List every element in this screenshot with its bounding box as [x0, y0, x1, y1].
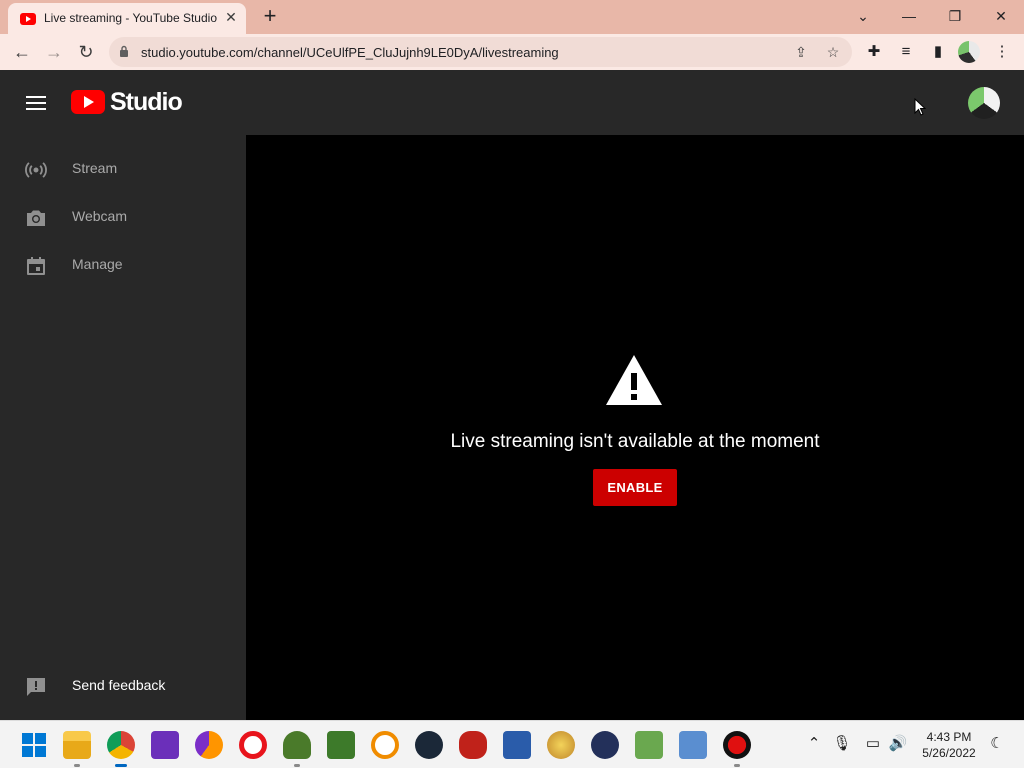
windows-start-icon[interactable] [20, 731, 48, 759]
extensions-icon[interactable]: ✚ [862, 40, 886, 64]
opera-icon[interactable] [239, 731, 267, 759]
mouse-cursor-icon [914, 98, 926, 116]
tab-title: Live streaming - YouTube Studio [44, 11, 217, 25]
file-explorer-icon[interactable] [63, 731, 91, 767]
sidebar-item-stream[interactable]: Stream [0, 146, 246, 194]
share-icon[interactable]: ⇪ [791, 42, 811, 62]
sidebar: Stream Webcam Manage Send feedback [0, 135, 246, 720]
show-hidden-icons-chevron-icon[interactable]: ⌃ [803, 733, 825, 755]
firefox-icon[interactable] [195, 731, 223, 759]
steam-icon[interactable] [415, 731, 443, 759]
network-app-icon[interactable] [503, 731, 531, 759]
profile-avatar-icon[interactable] [958, 41, 980, 63]
tree-app-icon[interactable] [283, 731, 311, 767]
sidebar-item-manage[interactable]: Manage [0, 242, 246, 290]
address-bar[interactable]: studio.youtube.com/channel/UCeUlfPE_CluJ… [109, 37, 852, 67]
send-feedback-item[interactable]: Send feedback [0, 663, 246, 711]
studio-logo-text[interactable]: Studio [110, 88, 183, 117]
studio-header: Studio [0, 70, 1024, 135]
camera-icon [27, 210, 45, 226]
search-app-icon[interactable] [371, 731, 399, 759]
chrome-icon[interactable] [107, 731, 135, 767]
clock-date: 5/26/2022 [922, 746, 976, 760]
account-avatar[interactable] [968, 87, 1000, 119]
close-window-button[interactable]: ✕ [978, 0, 1024, 32]
volume-icon[interactable]: 🔊 [887, 733, 909, 755]
record-app-icon[interactable] [723, 731, 751, 767]
sidebar-item-label: Manage [72, 256, 123, 272]
sidebar-item-label: Webcam [72, 208, 127, 224]
enable-button[interactable]: ENABLE [593, 469, 677, 506]
side-panel-icon[interactable]: ▮ [926, 40, 950, 64]
url-text: studio.youtube.com/channel/UCeUlfPE_CluJ… [141, 45, 559, 60]
calendar-icon [27, 257, 45, 275]
network-icon[interactable]: ▭ [862, 733, 884, 755]
reload-button[interactable]: ↻ [72, 38, 100, 66]
tab-search-icon[interactable]: ⌄ [840, 0, 886, 32]
microphone-icon[interactable]: 🎙 [831, 733, 853, 755]
tab-close-icon[interactable]: ✕ [222, 8, 240, 26]
browser-tab-strip: Live streaming - YouTube Studio ✕ + ⌄ — … [0, 0, 1024, 34]
green-app-icon[interactable] [327, 731, 355, 759]
badge-app-icon[interactable] [591, 731, 619, 759]
sidebar-item-webcam[interactable]: Webcam [0, 194, 246, 242]
feedback-icon [27, 678, 45, 696]
app-n-icon[interactable] [151, 731, 179, 759]
send-feedback-label: Send feedback [72, 677, 166, 693]
broadcast-icon [25, 162, 47, 178]
notes-app-icon[interactable] [635, 731, 663, 759]
youtube-favicon-icon [20, 13, 36, 25]
document-app-icon[interactable] [679, 731, 707, 759]
minimize-button[interactable]: — [886, 0, 932, 32]
clock-time: 4:43 PM [926, 730, 972, 744]
back-button[interactable]: ← [8, 38, 36, 66]
unavailable-message: Live streaming isn't available at the mo… [450, 431, 820, 452]
taskbar-clock[interactable]: 4:43 PM 5/26/2022 [918, 729, 980, 761]
browser-tab[interactable]: Live streaming - YouTube Studio ✕ [8, 3, 246, 34]
main-content: Live streaming isn't available at the mo… [246, 135, 1024, 720]
lock-icon [120, 45, 128, 57]
hamburger-menu-icon[interactable] [26, 96, 46, 110]
focus-assist-moon-icon[interactable]: ☾ [986, 733, 1008, 755]
bookmark-star-icon[interactable]: ☆ [823, 42, 843, 62]
youtube-logo-icon[interactable] [71, 90, 105, 114]
menu-kebab-icon[interactable]: ⋮ [990, 40, 1014, 64]
restore-button[interactable]: ❐ [932, 0, 978, 32]
sidebar-item-label: Stream [72, 160, 118, 176]
media-control-icon[interactable]: ≡ [894, 40, 918, 64]
browser-toolbar: ← → ↻ studio.youtube.com/channel/UCeUlfP… [0, 34, 1024, 70]
windows-taskbar: ⌃ 🎙 ▭ 🔊 4:43 PM 5/26/2022 ☾ [0, 720, 1024, 768]
warning-icon [606, 355, 662, 405]
forward-button[interactable]: → [40, 38, 68, 66]
red-app-icon[interactable] [459, 731, 487, 759]
globe-app-icon[interactable] [547, 731, 575, 759]
new-tab-button[interactable]: + [258, 4, 282, 28]
